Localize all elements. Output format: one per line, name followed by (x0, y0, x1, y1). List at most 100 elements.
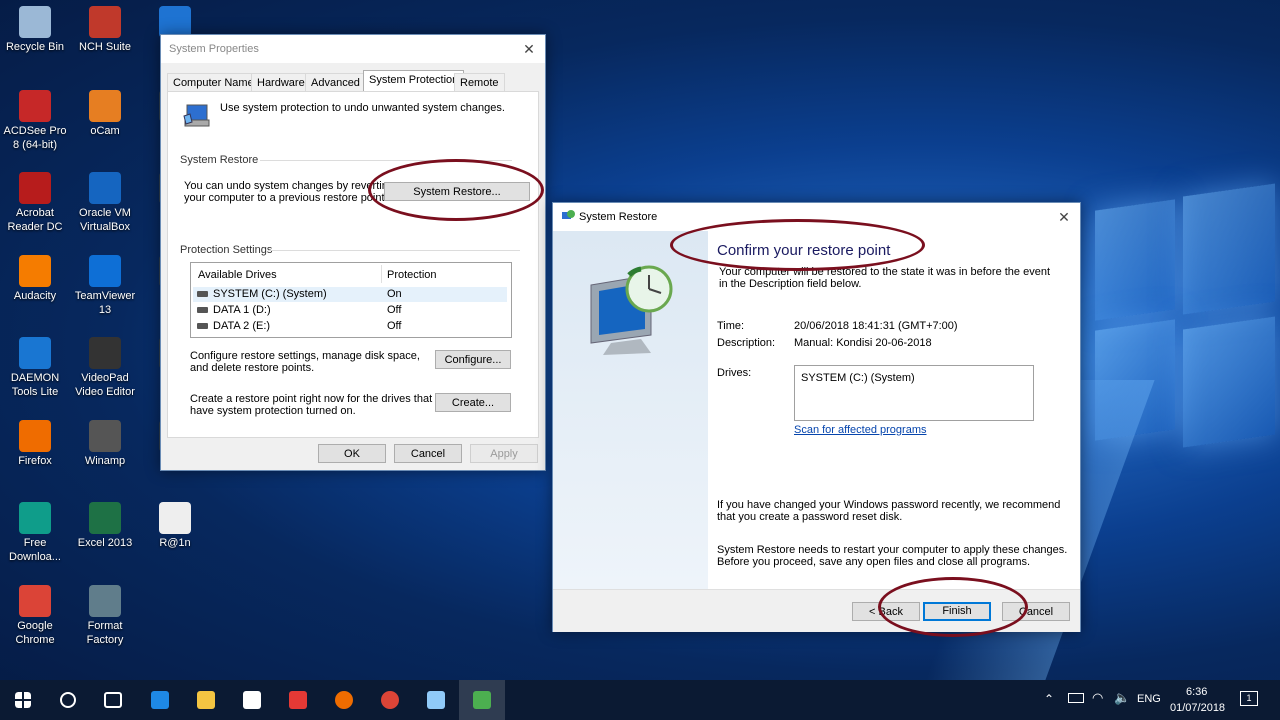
gift-taskbar[interactable] (275, 680, 321, 720)
desktop-icon-label: R@1n (159, 537, 191, 549)
finish-button[interactable]: Finish (923, 602, 991, 621)
battery-icon[interactable] (1068, 693, 1084, 703)
computer-icon (427, 691, 445, 709)
winamp-icon (89, 420, 121, 452)
page-title: Confirm your restore point (717, 242, 891, 259)
notification-icon[interactable]: 1 (1240, 691, 1258, 706)
desktop-icon[interactable]: Recycle Bin (0, 6, 70, 54)
tab-hardware[interactable]: Hardware (251, 73, 311, 92)
ok-button[interactable]: OK (318, 444, 386, 463)
desktop-icon-label: Acrobat Reader DC (7, 207, 63, 233)
desktop-icon[interactable]: Free Downloa... (0, 502, 70, 564)
excel-icon (89, 502, 121, 534)
scan-affected-programs-link[interactable]: Scan for affected programs (794, 424, 926, 437)
desktop-icon[interactable]: oCam (70, 90, 140, 138)
chevron-up-icon[interactable]: ⌃ (1044, 692, 1054, 706)
system-restore-icon (473, 691, 491, 709)
system-restore-button[interactable]: System Restore... (384, 182, 530, 201)
store-taskbar[interactable] (229, 680, 275, 720)
description-line-2: in the Description field below. (719, 278, 862, 290)
acrobat-icon (19, 172, 51, 204)
acdsee-icon (19, 90, 51, 122)
create-button[interactable]: Create... (435, 393, 511, 412)
volume-icon[interactable]: 🔈 (1114, 690, 1130, 706)
firefox-taskbar[interactable] (321, 680, 367, 720)
cancel-button[interactable]: Cancel (394, 444, 462, 463)
close-icon[interactable]: ✕ (1054, 207, 1074, 227)
tab-remote[interactable]: Remote (454, 73, 505, 92)
daemon-tools-icon (19, 337, 51, 369)
recycle-bin-icon (19, 6, 51, 38)
side-panel (553, 231, 708, 589)
task-view-button[interactable] (90, 680, 136, 720)
language-indicator[interactable]: ENG (1137, 693, 1161, 705)
column-header-protection: Protection (387, 269, 437, 281)
desktop-icon[interactable]: Winamp (70, 420, 140, 468)
desktop-icon[interactable]: DAEMON Tools Lite (0, 337, 70, 399)
start-button[interactable] (0, 680, 46, 720)
intro-text: Use system protection to undo unwanted s… (220, 102, 505, 114)
chrome-icon (19, 585, 51, 617)
desktop-icon[interactable]: Audacity (0, 255, 70, 303)
title-bar: System Properties ✕ (161, 35, 545, 63)
desktop-icon-label: Google Chrome (15, 620, 55, 646)
desktop-icon-label: VideoPad Video Editor (75, 372, 135, 398)
tab-panel: Use system protection to undo unwanted s… (167, 91, 539, 438)
desktop-icon[interactable]: ACDSee Pro 8 (64-bit) (0, 90, 70, 152)
desktop-icon[interactable]: TeamViewer 13 (70, 255, 140, 317)
edge-taskbar[interactable] (137, 680, 183, 720)
desktop-icon[interactable]: Oracle VM VirtualBox (70, 172, 140, 234)
free-download-icon (19, 502, 51, 534)
text-file-icon (159, 502, 191, 534)
system-restore-taskbar[interactable] (459, 680, 505, 720)
back-button[interactable]: < Back (852, 602, 920, 621)
desktop-icon[interactable]: NCH Suite (70, 6, 140, 54)
protection-settings-heading: Protection Settings (180, 244, 273, 256)
time-label: Time: (717, 320, 745, 332)
desktop-icon[interactable]: Format Factory (70, 585, 140, 647)
tab-advanced[interactable]: Advanced (305, 73, 366, 92)
description-value: Manual: Kondisi 20-06-2018 (794, 337, 932, 349)
search-icon (60, 692, 76, 708)
task-view-icon (104, 692, 122, 708)
table-row[interactable]: SYSTEM (C:) (System) On (193, 287, 507, 302)
desktop-icon[interactable]: R@1n (140, 502, 210, 550)
tab-system-protection[interactable]: System Protection (363, 70, 465, 92)
teamviewer-icon (89, 255, 121, 287)
desktop-icon-label: NCH Suite (79, 41, 131, 53)
apply-button[interactable]: Apply (470, 444, 538, 463)
desktop-icon[interactable]: Firefox (0, 420, 70, 468)
system-properties-taskbar[interactable] (413, 680, 459, 720)
table-row[interactable]: DATA 1 (D:) Off (193, 303, 507, 318)
chrome-taskbar[interactable] (367, 680, 413, 720)
file-explorer-taskbar[interactable] (183, 680, 229, 720)
desktop-icon[interactable]: Excel 2013 (70, 502, 140, 550)
wifi-icon[interactable]: ◠ (1092, 690, 1103, 706)
windows-icon (15, 692, 31, 708)
firefox-icon (335, 691, 353, 709)
configure-text-line-2: and delete restore points. (190, 362, 315, 374)
desktop-icon-label: Recycle Bin (5, 41, 65, 53)
ocam-icon (89, 90, 121, 122)
table-row[interactable]: DATA 2 (E:) Off (193, 319, 507, 334)
system-restore-window: System Restore ✕ Confirm your restore po… (552, 202, 1081, 632)
search-button[interactable] (45, 680, 91, 720)
desktop-icon[interactable]: VideoPad Video Editor (70, 337, 140, 399)
drive-protection: Off (387, 304, 402, 316)
button-bar: < Back Finish Cancel (553, 589, 1080, 632)
configure-button[interactable]: Configure... (435, 350, 511, 369)
tab-computer-name[interactable]: Computer Name (167, 73, 260, 92)
window-title: System Restore (579, 211, 658, 223)
system-restore-icon (561, 209, 575, 223)
system-restore-heading: System Restore (180, 154, 259, 166)
close-icon[interactable]: ✕ (519, 39, 539, 59)
desktop-icon[interactable]: Acrobat Reader DC (0, 172, 70, 234)
window-title: System Properties (169, 43, 259, 55)
clock-time[interactable]: 6:36 (1186, 686, 1207, 698)
firefox-icon (19, 420, 51, 452)
desktop-icon[interactable]: Google Chrome (0, 585, 70, 647)
cancel-button[interactable]: Cancel (1002, 602, 1070, 621)
taskbar: ⌃ ◠ 🔈 ENG 6:36 01/07/2018 1 (0, 680, 1280, 720)
restart-note-line-2: Before you proceed, save any open files … (717, 556, 1031, 568)
clock-date[interactable]: 01/07/2018 (1170, 702, 1225, 714)
